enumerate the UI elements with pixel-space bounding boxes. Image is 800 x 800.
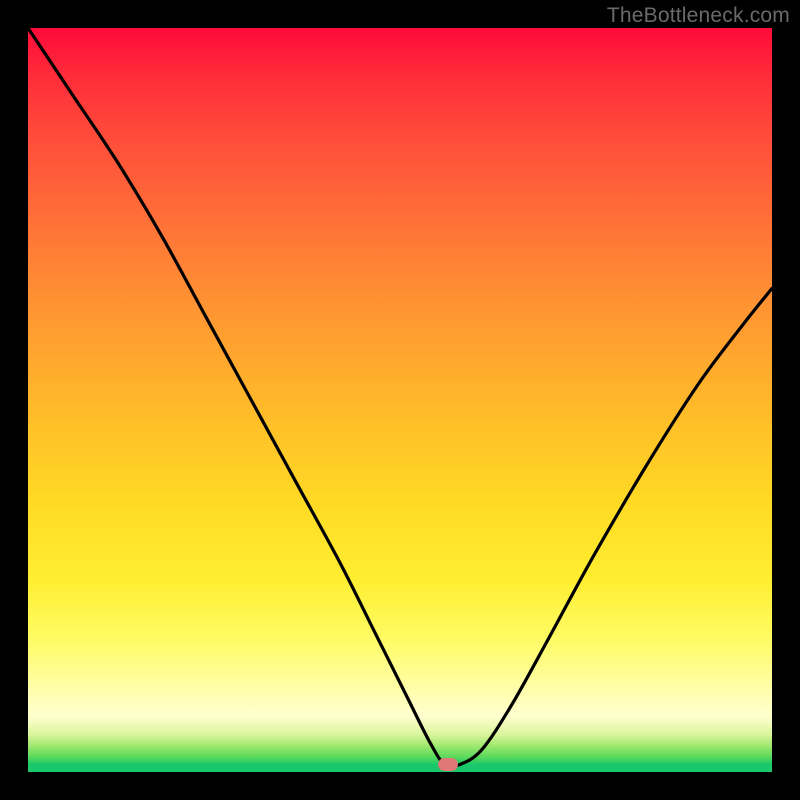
watermark-text: TheBottleneck.com [607, 4, 790, 28]
chart-frame: TheBottleneck.com [0, 0, 800, 800]
bottleneck-curve [28, 28, 772, 772]
plot-area [28, 28, 772, 772]
optimal-point-marker [438, 758, 458, 771]
